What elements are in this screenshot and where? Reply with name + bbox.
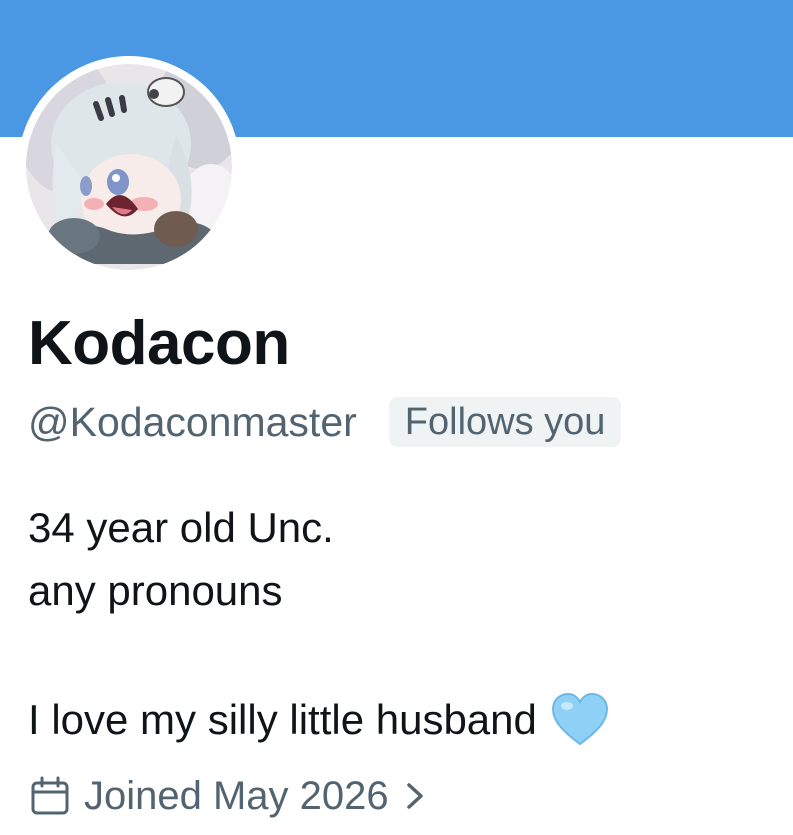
bio-line-3-wrap: I love my silly little husband: [28, 688, 768, 751]
bio-line-1: 34 year old Unc.: [28, 504, 334, 551]
username-handle: @Kodaconmaster: [28, 398, 357, 445]
follows-you-badge: Follows you: [388, 397, 622, 447]
joined-date-text: Joined May 2026: [84, 773, 389, 818]
bio-line-3: I love my silly little husband: [28, 696, 537, 743]
display-name: Kodacon: [28, 309, 290, 378]
avatar-frame: [18, 56, 240, 278]
bio-spacer: [28, 622, 768, 688]
profile-header: Kodacon @Kodaconmaster Follows you 34 ye…: [0, 0, 793, 835]
light-blue-heart-icon: [551, 692, 608, 746]
chevron-right-icon: [406, 783, 423, 809]
calendar-icon: [31, 776, 69, 815]
bio-line-2: any pronouns: [28, 567, 283, 614]
handle-row: @Kodaconmaster Follows you: [28, 394, 622, 450]
joined-date-link[interactable]: Joined May 2026: [28, 770, 427, 822]
profile-bio: 34 year old Unc. any pronouns I love my …: [28, 496, 768, 751]
avatar[interactable]: [26, 64, 232, 270]
